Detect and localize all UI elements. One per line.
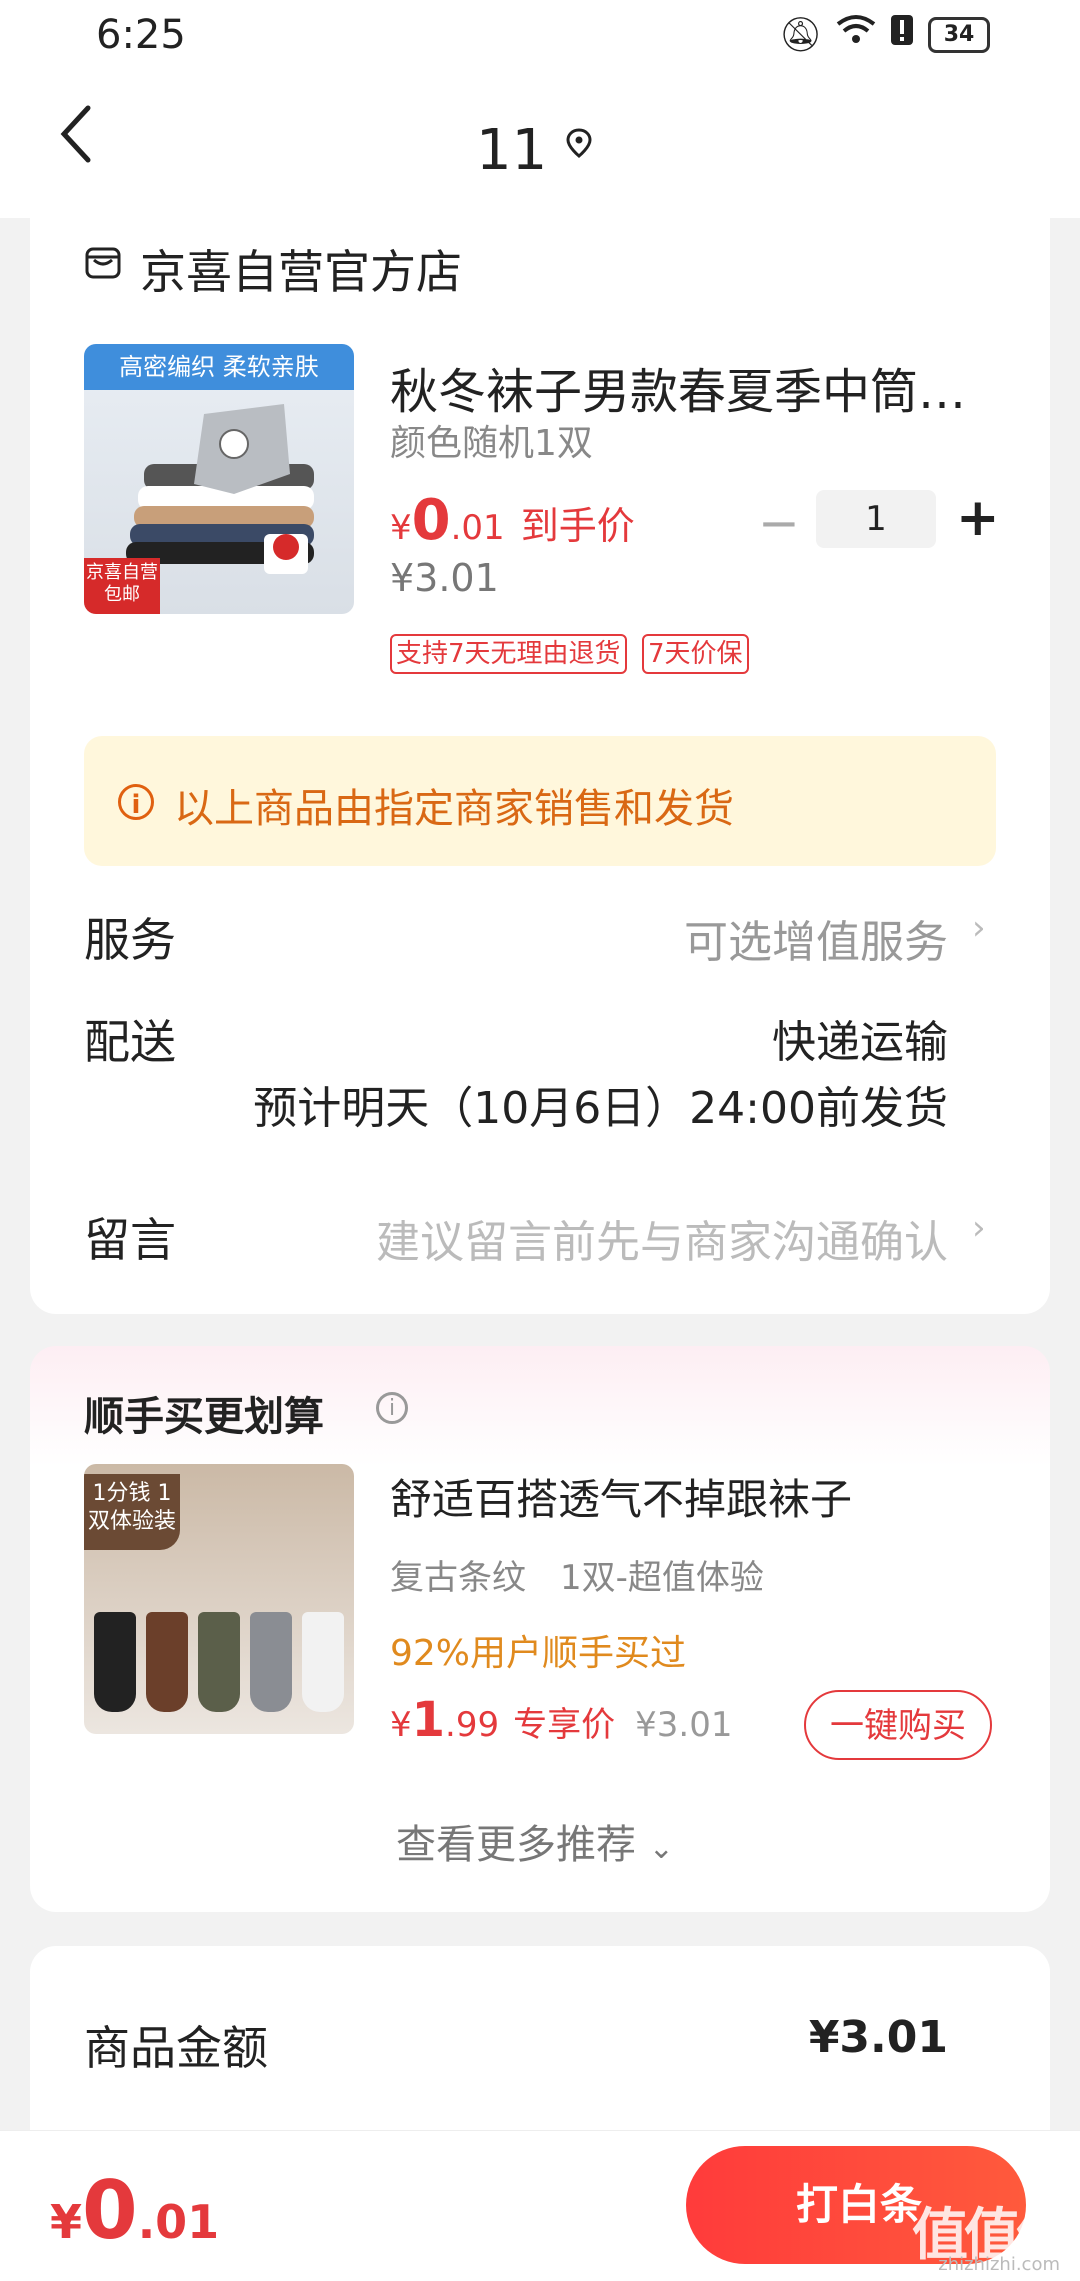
- recommend-item-title[interactable]: 舒适百搭透气不掉跟袜子: [390, 1466, 852, 1527]
- total-decimal: .01: [137, 2195, 220, 2249]
- recommend-image[interactable]: 1分钱 1双体验装: [84, 1464, 354, 1734]
- product-image-tag: 京喜自营 包邮: [84, 558, 160, 614]
- original-price: ¥3.01: [390, 556, 499, 600]
- chevron-down-icon: ⌄: [648, 1831, 674, 1866]
- product-image[interactable]: 高密编织 柔软亲肤 京喜自营 包邮: [84, 344, 354, 614]
- sock-grey: [250, 1612, 292, 1712]
- price-integer: 0: [411, 488, 451, 553]
- back-button[interactable]: [58, 104, 94, 175]
- sock-olive: [198, 1612, 240, 1712]
- delivery-time: 预计明天（10月6日）24:00前发货: [253, 1083, 948, 1134]
- price-decimal: .99: [445, 1705, 500, 1745]
- chevron-right-icon[interactable]: ›: [972, 908, 986, 948]
- sock-black: [94, 1612, 136, 1712]
- recommend-item-spec[interactable]: 复古条纹 1双-超值体验: [390, 1550, 764, 1599]
- sock-white: [302, 1612, 344, 1712]
- watermark-url: zhizhizhi.com: [938, 2254, 1060, 2275]
- more-recommend-link[interactable]: 查看更多推荐 ⌄: [396, 1812, 674, 1870]
- chevron-left-icon: [60, 105, 91, 163]
- more-recommend-label: 查看更多推荐: [396, 1822, 636, 1868]
- quantity-increase-button[interactable]: +: [956, 488, 1000, 548]
- sock-brown: [146, 1612, 188, 1712]
- one-click-buy-button[interactable]: 一键购买: [804, 1690, 992, 1760]
- price-protect-tag: 7天价保: [642, 634, 749, 674]
- price-label: 专享价: [513, 1705, 616, 1745]
- price-symbol: ¥: [390, 508, 412, 548]
- quantity-decrease-button[interactable]: −: [758, 494, 800, 552]
- info-icon[interactable]: i: [376, 1392, 408, 1424]
- message-label: 留言: [84, 1213, 176, 1267]
- service-value[interactable]: 可选增值服务: [684, 906, 948, 970]
- price-symbol: ¥: [390, 1705, 412, 1745]
- alert-icon: [890, 14, 914, 55]
- delivery-method[interactable]: 快递运输: [772, 1006, 948, 1070]
- total-integer: 0: [82, 2164, 138, 2257]
- service-label: 服务: [84, 913, 176, 967]
- shop-name[interactable]: 京喜自营官方店: [140, 236, 462, 302]
- price-integer: 1: [411, 1692, 446, 1748]
- recommend-title: 顺手买更划算: [84, 1394, 324, 1440]
- price-decimal: .01: [450, 508, 505, 548]
- goods-amount-value: ¥3.01: [808, 2012, 948, 2063]
- total-price: ¥0.01: [50, 2164, 219, 2257]
- recommend-buy-rate: 92%用户顺手买过: [390, 1633, 687, 1674]
- status-time: 6:25: [96, 12, 186, 58]
- recommend-image-badge: 1分钱 1双体验装: [84, 1474, 180, 1550]
- product-price: ¥0.01 到手价: [390, 488, 635, 553]
- product-title[interactable]: 秋冬袜子男款春夏季中筒…: [390, 352, 990, 422]
- product-spec[interactable]: 颜色随机1双: [390, 414, 593, 466]
- recommend-original-price: ¥3.01: [635, 1705, 733, 1745]
- wifi-icon: [836, 14, 876, 55]
- location-icon[interactable]: [564, 128, 594, 158]
- goods-amount-label: 商品金额: [84, 2021, 268, 2075]
- page-title: 11: [476, 118, 548, 183]
- battery-icon: 34: [928, 16, 990, 53]
- recommend-price: ¥1.99 专享价 ¥3.01: [390, 1692, 732, 1748]
- seller-notice-text: 以上商品由指定商家销售和发货: [174, 786, 734, 832]
- message-input[interactable]: 建议留言前先与商家沟通确认: [376, 1206, 948, 1270]
- quantity-value[interactable]: 1: [816, 490, 936, 548]
- return-policy-tag: 支持7天无理由退货: [390, 634, 627, 674]
- shop-icon: [84, 244, 122, 282]
- info-icon: i: [118, 784, 154, 820]
- chevron-right-icon[interactable]: ›: [972, 1208, 986, 1248]
- status-icons: 🔕︎ 34: [779, 14, 990, 55]
- price-label: 到手价: [520, 504, 635, 548]
- total-symbol: ¥: [50, 2195, 83, 2249]
- delivery-label: 配送: [84, 1015, 176, 1069]
- mute-bell-icon: 🔕︎: [778, 14, 822, 55]
